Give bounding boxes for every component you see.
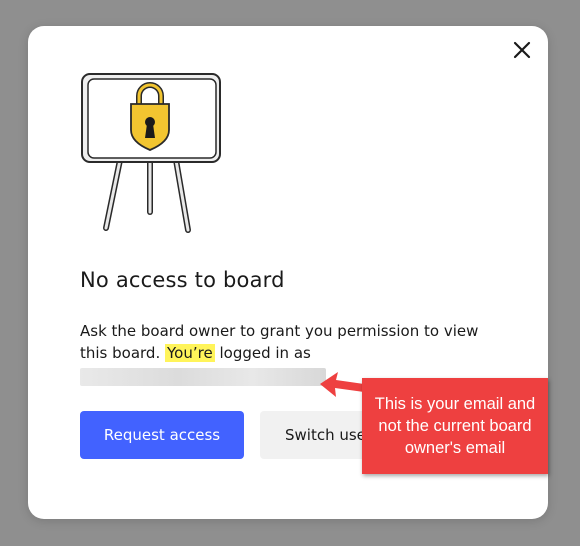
dialog-title: No access to board xyxy=(80,268,285,292)
dialog-description: Ask the board owner to grant you permiss… xyxy=(80,320,500,364)
close-icon[interactable] xyxy=(510,38,534,62)
request-access-button[interactable]: Request access xyxy=(80,411,244,459)
highlighted-word: You’re xyxy=(165,344,215,362)
callout-arrow-icon xyxy=(320,372,364,397)
redacted-email xyxy=(80,368,326,386)
locked-board-illustration xyxy=(81,73,221,233)
description-text-end: logged in as xyxy=(214,344,311,362)
annotation-callout: This is your email and not the current b… xyxy=(362,378,548,474)
annotation-text: This is your email and not the current b… xyxy=(374,395,536,457)
